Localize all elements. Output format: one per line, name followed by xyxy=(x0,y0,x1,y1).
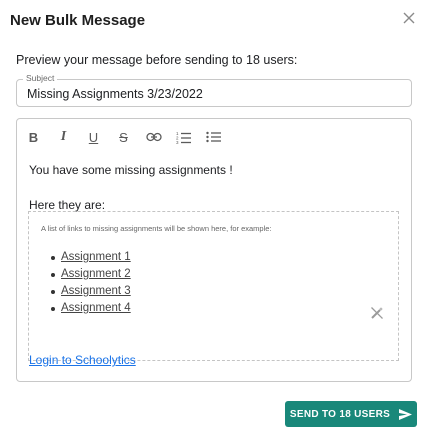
assignment-links-placeholder: A list of links to missing assignments w… xyxy=(28,211,399,361)
subject-label: Subject xyxy=(23,73,58,83)
bulk-message-dialog: New Bulk Message Preview your message be… xyxy=(0,0,423,435)
editor-toolbar: B I U S 1 2 3 xyxy=(25,127,235,147)
assignment-list: Assignment 1 Assignment 2 Assignment 3 A… xyxy=(51,249,131,317)
dialog-title: New Bulk Message xyxy=(10,12,146,29)
italic-icon[interactable]: I xyxy=(55,129,72,146)
subject-field[interactable]: Subject Missing Assignments 3/23/2022 xyxy=(16,73,412,107)
magic-wand-off-icon xyxy=(370,306,384,320)
message-line-1: You have some missing assignments ! xyxy=(29,163,233,177)
svg-text:3: 3 xyxy=(176,140,179,144)
list-item: Assignment 4 xyxy=(51,300,131,317)
close-icon[interactable] xyxy=(401,10,417,26)
assignment-link[interactable]: Assignment 2 xyxy=(61,268,131,280)
assignment-link[interactable]: Assignment 1 xyxy=(61,251,131,263)
placeholder-hint: A list of links to missing assignments w… xyxy=(41,224,272,233)
list-item: Assignment 1 xyxy=(51,249,131,266)
list-item: Assignment 3 xyxy=(51,283,131,300)
underline-icon[interactable]: U xyxy=(85,129,102,146)
message-line-2: Here they are: xyxy=(29,198,106,212)
assignment-link[interactable]: Assignment 3 xyxy=(61,285,131,297)
underline-glyph: U xyxy=(88,129,99,145)
send-button[interactable]: SEND TO 18 USERS xyxy=(285,401,417,427)
assignment-link[interactable]: Assignment 4 xyxy=(61,302,131,314)
list-item: Assignment 2 xyxy=(51,266,131,283)
link-icon[interactable] xyxy=(145,129,162,146)
bulleted-list-icon[interactable] xyxy=(205,129,222,146)
message-editor[interactable]: B I U S 1 2 3 You have some missing assi… xyxy=(16,118,412,382)
strikethrough-icon[interactable]: S xyxy=(115,129,132,146)
preview-description: Preview your message before sending to 1… xyxy=(16,53,298,67)
subject-value[interactable]: Missing Assignments 3/23/2022 xyxy=(27,87,203,101)
strikethrough-glyph: S xyxy=(119,129,128,145)
bold-glyph: B xyxy=(28,129,39,145)
send-button-label: SEND TO 18 USERS xyxy=(289,408,391,420)
login-link[interactable]: Login to Schoolytics xyxy=(29,353,136,367)
bold-icon[interactable]: B xyxy=(25,129,42,146)
numbered-list-icon[interactable]: 1 2 3 xyxy=(175,129,192,146)
italic-glyph: I xyxy=(60,129,67,144)
send-icon xyxy=(399,408,413,420)
